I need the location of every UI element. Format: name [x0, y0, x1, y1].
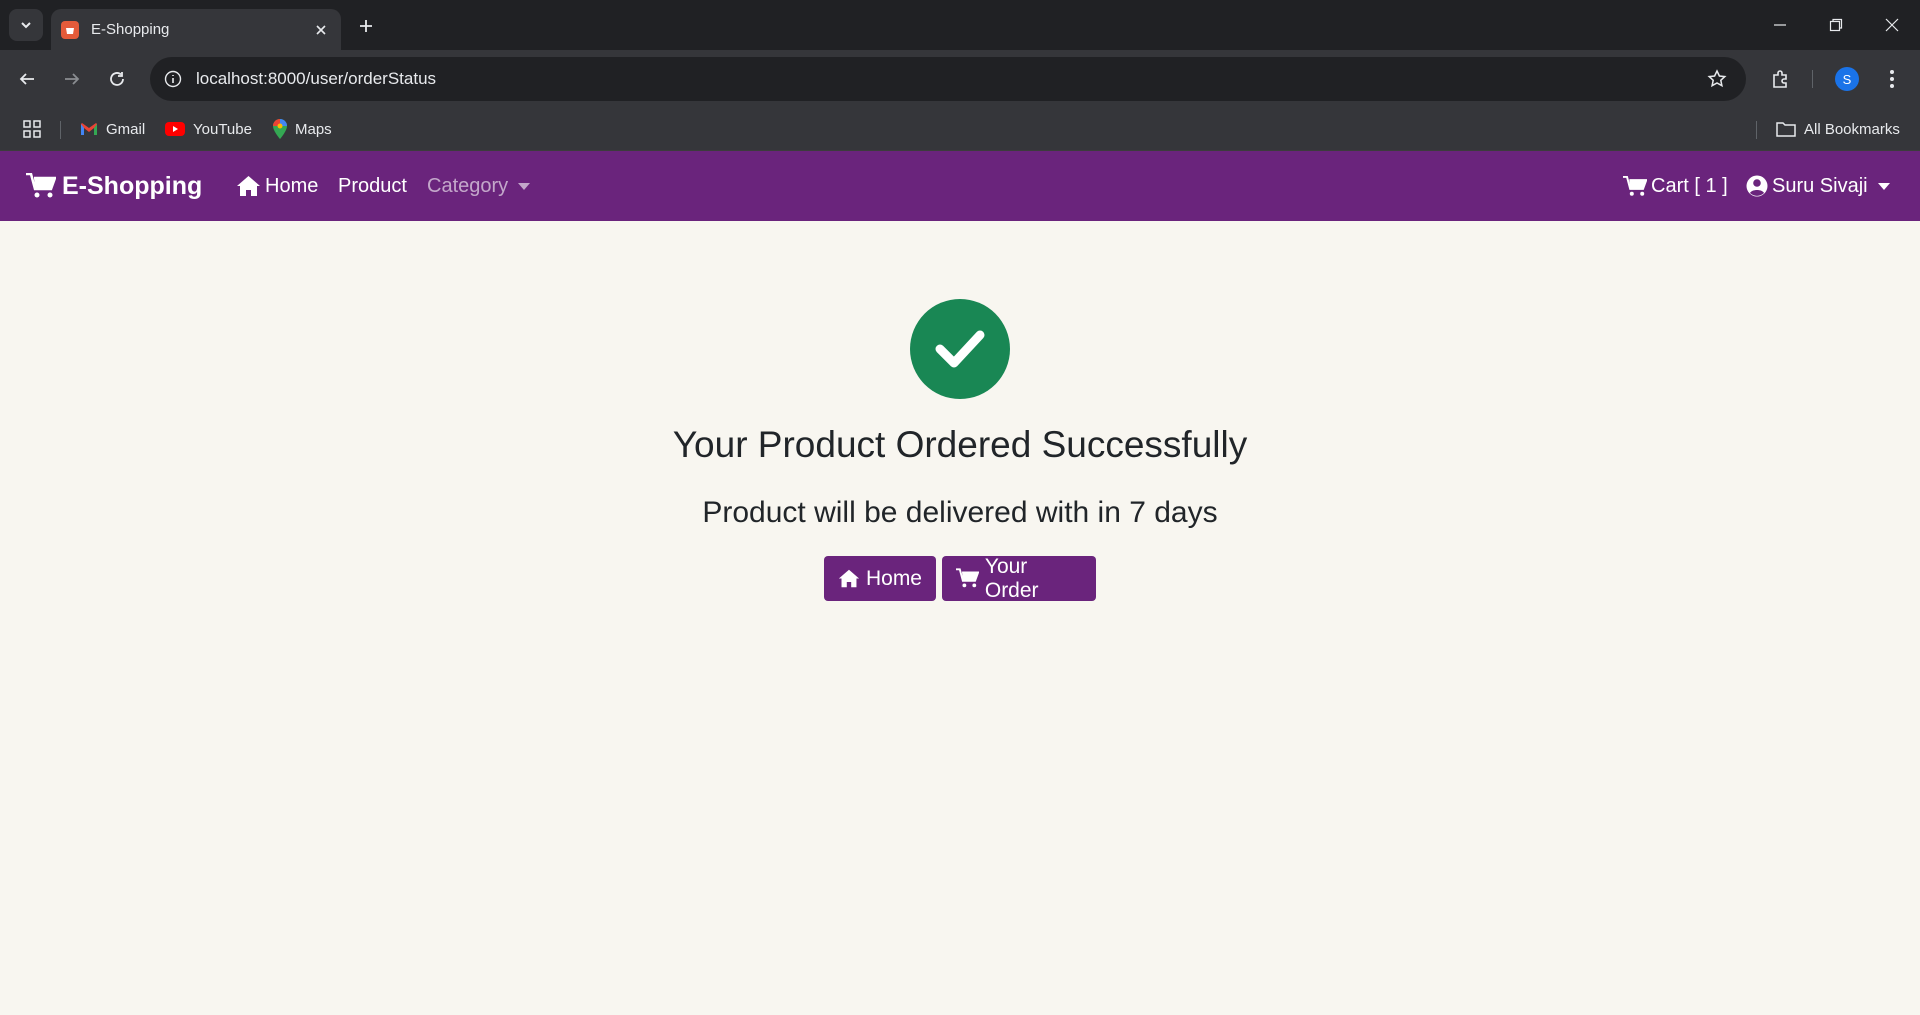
folder-icon [1776, 121, 1796, 137]
brand-name: E-Shopping [62, 171, 203, 200]
nav-user-dropdown[interactable]: Suru Sivaji [1746, 175, 1890, 198]
bookmarks-divider [60, 121, 61, 139]
restore-button[interactable] [1808, 0, 1864, 50]
plus-icon [360, 20, 372, 32]
order-status-content: Your Product Ordered Successfully Produc… [0, 221, 1920, 1015]
window-controls [1752, 0, 1920, 50]
bookmark-label: Gmail [106, 120, 146, 138]
delivery-message: Product will be delivered with in 7 days [702, 496, 1218, 529]
close-window-button[interactable] [1864, 0, 1920, 50]
bookmarks-divider [1756, 121, 1757, 139]
minimize-button[interactable] [1752, 0, 1808, 50]
your-order-button[interactable]: Your Order [942, 554, 1096, 602]
arrow-right-icon [65, 73, 80, 85]
nav-home-label: Home [265, 174, 319, 197]
close-tab-icon[interactable] [309, 18, 333, 42]
home-icon [838, 569, 860, 588]
tab-title: E-Shopping [91, 21, 170, 38]
bookmark-gmail[interactable]: Gmail [80, 107, 145, 151]
success-check-icon [910, 299, 1010, 399]
nav-cart-link[interactable]: Cart [ 1 ] [1623, 175, 1728, 198]
order-success-title: Your Product Ordered Successfully [672, 424, 1248, 465]
arrow-left-icon [19, 73, 34, 85]
chevron-down-icon [21, 22, 31, 29]
reload-icon [110, 72, 124, 86]
home-button[interactable]: Home [824, 556, 936, 601]
site-navbar: E-Shopping Home Product Category Cart [ … [0, 151, 1920, 221]
shopping-favicon-icon [61, 20, 79, 39]
url-text: localhost:8000/user/orderStatus [196, 69, 437, 88]
bookmark-star-icon[interactable] [1702, 64, 1732, 94]
your-order-button-label: Your Order [984, 554, 1039, 602]
bookmark-label: Maps [295, 120, 332, 138]
gmail-icon [80, 122, 98, 136]
youtube-icon [165, 122, 185, 136]
forward-button[interactable] [57, 64, 87, 94]
brand-link[interactable]: E-Shopping [26, 172, 202, 201]
user-circle-icon [1746, 175, 1768, 197]
caret-down-icon [518, 182, 531, 190]
cart-icon [956, 568, 979, 588]
close-icon [1885, 18, 1899, 32]
caret-down-icon [1877, 182, 1890, 190]
cart-icon [1623, 175, 1647, 196]
profile-button[interactable]: S [1831, 63, 1863, 95]
all-bookmarks-label: All Bookmarks [1804, 120, 1900, 138]
tab-search-button[interactable] [9, 9, 43, 41]
nav-category-label: Category [427, 174, 509, 197]
home-button-label: Home [865, 566, 922, 590]
nav-product-link[interactable]: Product [338, 175, 407, 198]
nav-home-link[interactable]: Home [236, 175, 318, 198]
nav-cart-label: Cart [ 1 ] [1651, 174, 1728, 197]
home-icon [237, 176, 260, 196]
back-button[interactable] [12, 64, 42, 94]
bookmarks-bar: Gmail YouTube Maps All Bookmarks [0, 107, 1920, 151]
reload-button[interactable] [102, 64, 132, 94]
restore-icon [1829, 18, 1843, 32]
extensions-icon[interactable] [1765, 63, 1797, 95]
browser-toolbar: localhost:8000/user/orderStatus S [0, 50, 1920, 107]
avatar: S [1835, 67, 1859, 91]
all-bookmarks-button[interactable]: All Bookmarks [1776, 107, 1900, 151]
more-menu-icon[interactable] [1876, 63, 1908, 95]
nav-category-dropdown[interactable]: Category [427, 174, 531, 198]
apps-button[interactable] [22, 107, 42, 151]
address-bar[interactable]: localhost:8000/user/orderStatus [150, 57, 1746, 101]
minimize-icon [1774, 24, 1786, 26]
nav-user-label: Suru Sivaji [1772, 174, 1868, 197]
bookmark-youtube[interactable]: YouTube [165, 107, 252, 151]
browser-tab-strip: E-Shopping [0, 0, 1920, 50]
browser-tab[interactable]: E-Shopping [51, 9, 341, 50]
apps-grid-icon [23, 120, 41, 138]
nav-product-label: Product [338, 174, 407, 197]
maps-icon [273, 119, 287, 139]
site-info-icon[interactable] [160, 66, 186, 92]
bookmark-maps[interactable]: Maps [273, 107, 332, 151]
toolbar-divider [1812, 70, 1813, 88]
shopping-cart-icon [26, 173, 56, 198]
new-tab-button[interactable] [352, 12, 380, 40]
bookmark-label: YouTube [193, 120, 252, 138]
